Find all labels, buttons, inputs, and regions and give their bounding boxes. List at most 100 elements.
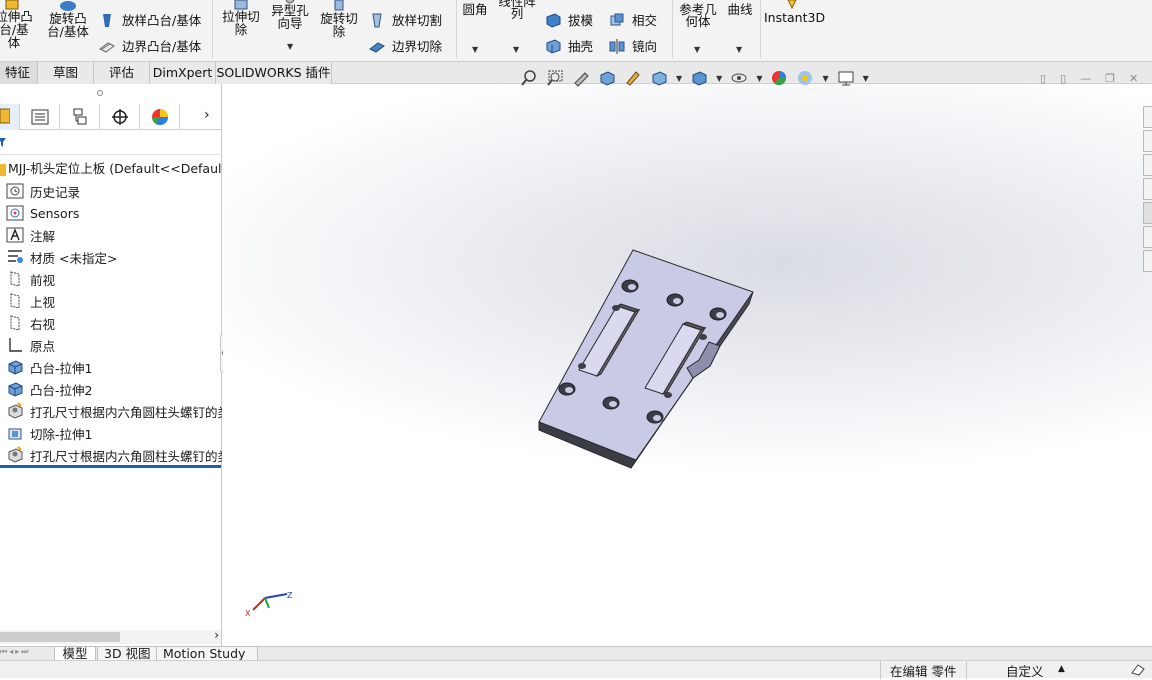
coordinate-triad[interactable]: Z X (243, 582, 303, 622)
apply-scene-dropdown-icon[interactable]: ▼ (822, 74, 828, 83)
model-tabs-bar: ⏮◂▸⏭ 模型 3D 视图 Motion Study 1 (0, 646, 1152, 675)
mirror-button[interactable]: 镜向 (608, 36, 657, 55)
curves-dropdown-icon[interactable]: ▼ (736, 44, 742, 56)
instant3d-button[interactable]: Instant3D (764, 0, 825, 24)
collapse-right-icon[interactable]: ▯ (1060, 72, 1066, 85)
view-orientation-dropdown-icon[interactable]: ▼ (676, 74, 682, 83)
boundary-boss-button[interactable]: 边界凸台/基体 (98, 36, 201, 55)
extrude-boss-button[interactable]: 拉伸凸台/基体 (0, 0, 38, 49)
panel-grip-icon[interactable] (96, 89, 104, 97)
curves-label: 曲线 (727, 2, 753, 17)
document-window-controls: ▯ ▯ — ❐ ✕ (1040, 70, 1152, 86)
boundary-cut-button[interactable]: 边界切除 (368, 36, 442, 55)
hide-show-items-icon[interactable] (730, 69, 748, 87)
display-style-icon[interactable] (690, 69, 708, 87)
rollback-bar[interactable] (0, 465, 221, 468)
zoom-to-fit-icon[interactable] (520, 69, 538, 87)
tab-dimxpert[interactable]: DimXpert (150, 62, 216, 84)
revolve-boss-button[interactable]: 旋转凸台/基体 (44, 0, 92, 38)
edit-appearance-icon[interactable] (770, 69, 788, 87)
task-pane-view-palette-icon[interactable] (1143, 202, 1152, 224)
prev-tab-icon[interactable]: ◂ (9, 647, 13, 660)
more-tabs-chevron-icon[interactable]: › (204, 107, 210, 123)
tab-evaluate[interactable]: 评估 (94, 62, 150, 84)
draft-button[interactable]: 拔模 (544, 10, 593, 29)
revolve-cut-button[interactable]: 旋转切除 (316, 0, 362, 38)
tree-item-annotations[interactable]: 注解 (6, 225, 222, 245)
reference-geometry-button[interactable]: 参考几何体 ▼ (676, 3, 720, 54)
shell-button[interactable]: 抽壳 (544, 36, 593, 55)
tab-property-manager[interactable] (20, 104, 60, 130)
minimize-icon[interactable]: — (1080, 72, 1091, 85)
hide-show-dropdown-icon[interactable]: ▼ (756, 74, 762, 83)
restore-icon[interactable]: ❐ (1105, 72, 1115, 85)
close-icon[interactable]: ✕ (1129, 72, 1138, 85)
display-style-dropdown-icon[interactable]: ▼ (716, 74, 722, 83)
hole-wizard-button[interactable]: 异型孔向导 ▼ (266, 0, 314, 51)
linear-pattern-button[interactable]: 线性阵列 ▼ (494, 0, 540, 54)
part-model[interactable] (223, 84, 1152, 646)
ribbon-separator (212, 0, 213, 58)
tab-configuration-manager[interactable] (60, 104, 100, 130)
task-pane-appearances-icon[interactable] (1143, 226, 1152, 248)
tree-item-right-plane[interactable]: 右视 (6, 313, 222, 333)
tab-nav-arrows[interactable]: ⏮ ◂ ▸ ⏭ (0, 647, 48, 660)
filter-icon[interactable] (0, 137, 8, 149)
tab-dimxpert-manager[interactable] (100, 104, 140, 130)
loft-boss-button[interactable]: 放样凸台/基体 (98, 10, 201, 29)
tab-feature-manager[interactable] (0, 104, 20, 130)
annotations-icon (6, 227, 24, 243)
tree-item-hole1[interactable]: 打孔尺寸根据内六角圆柱头螺钉的类型1 (6, 401, 222, 421)
scrollbar-thumb[interactable] (0, 632, 120, 642)
scroll-right-icon[interactable]: › (214, 628, 219, 642)
rebuild-status-icon[interactable] (1130, 662, 1146, 676)
tab-features[interactable]: 特征 (0, 62, 38, 84)
task-pane-design-library-icon[interactable] (1143, 154, 1152, 176)
horizontal-scrollbar[interactable]: › (0, 628, 221, 644)
dynamic-annotation-icon[interactable] (624, 69, 642, 87)
linear-pattern-dropdown-icon[interactable]: ▼ (513, 44, 519, 56)
tree-item-hole2[interactable]: 打孔尺寸根据内六角圆柱头螺钉的类型2 (6, 445, 222, 465)
view-orientation-icon[interactable] (650, 69, 668, 87)
apply-scene-icon[interactable] (796, 69, 814, 87)
zoom-to-area-icon[interactable] (546, 69, 564, 87)
loft-cut-button[interactable]: 放样切割 (368, 10, 442, 29)
units-selector[interactable]: 自定义 (1006, 663, 1044, 680)
tree-item-boss-extrude2[interactable]: 凸台-拉伸2 (6, 379, 222, 399)
hole-wizard-dropdown-icon[interactable]: ▼ (287, 41, 293, 53)
collapse-left-icon[interactable]: ▯ (1040, 72, 1046, 85)
units-dropdown-icon[interactable]: ▲ (1058, 661, 1065, 678)
first-tab-icon[interactable]: ⏮ (0, 647, 7, 660)
task-pane-home-icon[interactable] (1143, 106, 1152, 128)
tab-display-manager[interactable] (140, 104, 180, 130)
task-pane-resources-icon[interactable] (1143, 130, 1152, 152)
tree-root-part[interactable]: MJJ-机头定位上板 (Default<<Default>_Display St… (0, 160, 222, 178)
previous-view-icon[interactable] (572, 69, 590, 87)
extrude-cut-button[interactable]: 拉伸切除 (218, 0, 264, 36)
ribbon-separator (456, 0, 457, 58)
tree-item-front-plane[interactable]: 前视 (6, 269, 222, 289)
last-tab-icon[interactable]: ⏭ (21, 647, 28, 660)
view-settings-icon[interactable] (837, 69, 855, 87)
tree-item-history[interactable]: 历史记录 (6, 181, 222, 201)
tree-item-material[interactable]: 材质 <未指定> (6, 247, 222, 267)
task-pane-file-explorer-icon[interactable] (1143, 178, 1152, 200)
section-view-icon[interactable] (598, 69, 616, 87)
tab-solidworks-addins[interactable]: SOLIDWORKS 插件 (216, 62, 332, 84)
graphics-area[interactable]: Z X (223, 84, 1152, 646)
tree-item-origin[interactable]: 原点 (6, 335, 222, 355)
curves-button[interactable]: 曲线 ▼ (722, 2, 758, 54)
fillet-dropdown-icon[interactable]: ▼ (472, 44, 478, 56)
intersect-button[interactable]: 相交 (608, 10, 657, 29)
tree-item-cut-extrude1[interactable]: 切除-拉伸1 (6, 423, 222, 443)
next-tab-icon[interactable]: ▸ (15, 647, 19, 660)
tree-item-top-plane[interactable]: 上视 (6, 291, 222, 311)
task-pane-custom-properties-icon[interactable] (1143, 250, 1152, 272)
tab-sketch[interactable]: 草图 (38, 62, 94, 84)
view-settings-dropdown-icon[interactable]: ▼ (863, 74, 869, 83)
tree-item-boss-extrude1[interactable]: 凸台-拉伸1 (6, 357, 222, 377)
reference-geometry-dropdown-icon[interactable]: ▼ (694, 44, 700, 56)
fillet-button[interactable]: 圆角 ▼ (458, 3, 492, 54)
tree-item-sensors[interactable]: Sensors (6, 203, 222, 223)
tree-filter-bar[interactable] (0, 133, 220, 155)
